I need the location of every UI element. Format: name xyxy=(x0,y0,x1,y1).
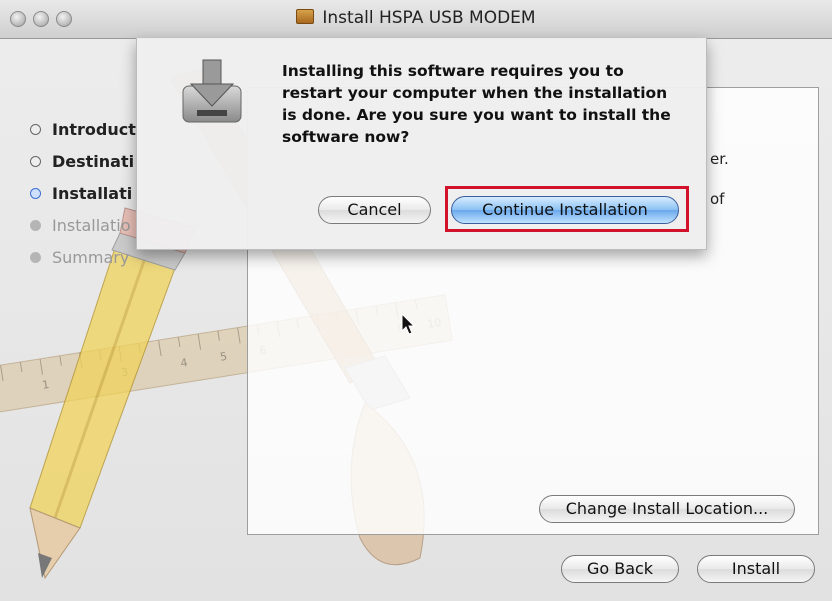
disk-install-icon xyxy=(182,59,242,123)
svg-text:5: 5 xyxy=(219,350,228,364)
installer-window: 134 56910 Install HSPA USB MODEM xyxy=(0,0,832,601)
current-step-bullet-icon xyxy=(30,188,41,199)
step-label: Destinati xyxy=(52,152,135,171)
step-label: Introduct xyxy=(52,120,136,139)
install-button[interactable]: Install xyxy=(697,555,815,583)
svg-text:1: 1 xyxy=(41,378,50,392)
step-destination: Destinati xyxy=(30,150,136,182)
mouse-pointer-icon xyxy=(401,313,416,335)
step-bullet-icon xyxy=(30,156,41,167)
step-summary: Summary xyxy=(30,246,136,278)
cancel-button[interactable]: Cancel xyxy=(318,196,431,224)
step-installation: Installatio xyxy=(30,214,136,246)
window-title-text: Install HSPA USB MODEM xyxy=(322,8,536,28)
title-bar: Install HSPA USB MODEM xyxy=(0,0,832,39)
sheet-message: Installing this software requires you to… xyxy=(282,62,671,146)
panel-text-fragment: of xyxy=(710,190,725,208)
go-back-button[interactable]: Go Back xyxy=(561,555,679,583)
installer-steps: Introduct Destinati Installati Installat… xyxy=(30,118,136,278)
step-bullet-icon xyxy=(30,124,41,135)
step-label: Installatio xyxy=(52,216,131,235)
step-label: Installati xyxy=(52,184,133,203)
svg-text:4: 4 xyxy=(180,356,189,370)
step-bullet-icon xyxy=(30,252,41,263)
highlight-box xyxy=(445,186,689,232)
svg-text:3: 3 xyxy=(120,365,129,379)
step-introduction: Introduct xyxy=(30,118,136,150)
package-icon xyxy=(296,9,315,24)
panel-text-fragment: er. xyxy=(710,150,729,168)
step-bullet-icon xyxy=(30,220,41,231)
step-label: Summary xyxy=(52,248,130,267)
step-installation-type: Installati xyxy=(30,182,136,214)
window-title: Install HSPA USB MODEM xyxy=(0,8,832,28)
change-install-location-button[interactable]: Change Install Location... xyxy=(539,495,795,523)
